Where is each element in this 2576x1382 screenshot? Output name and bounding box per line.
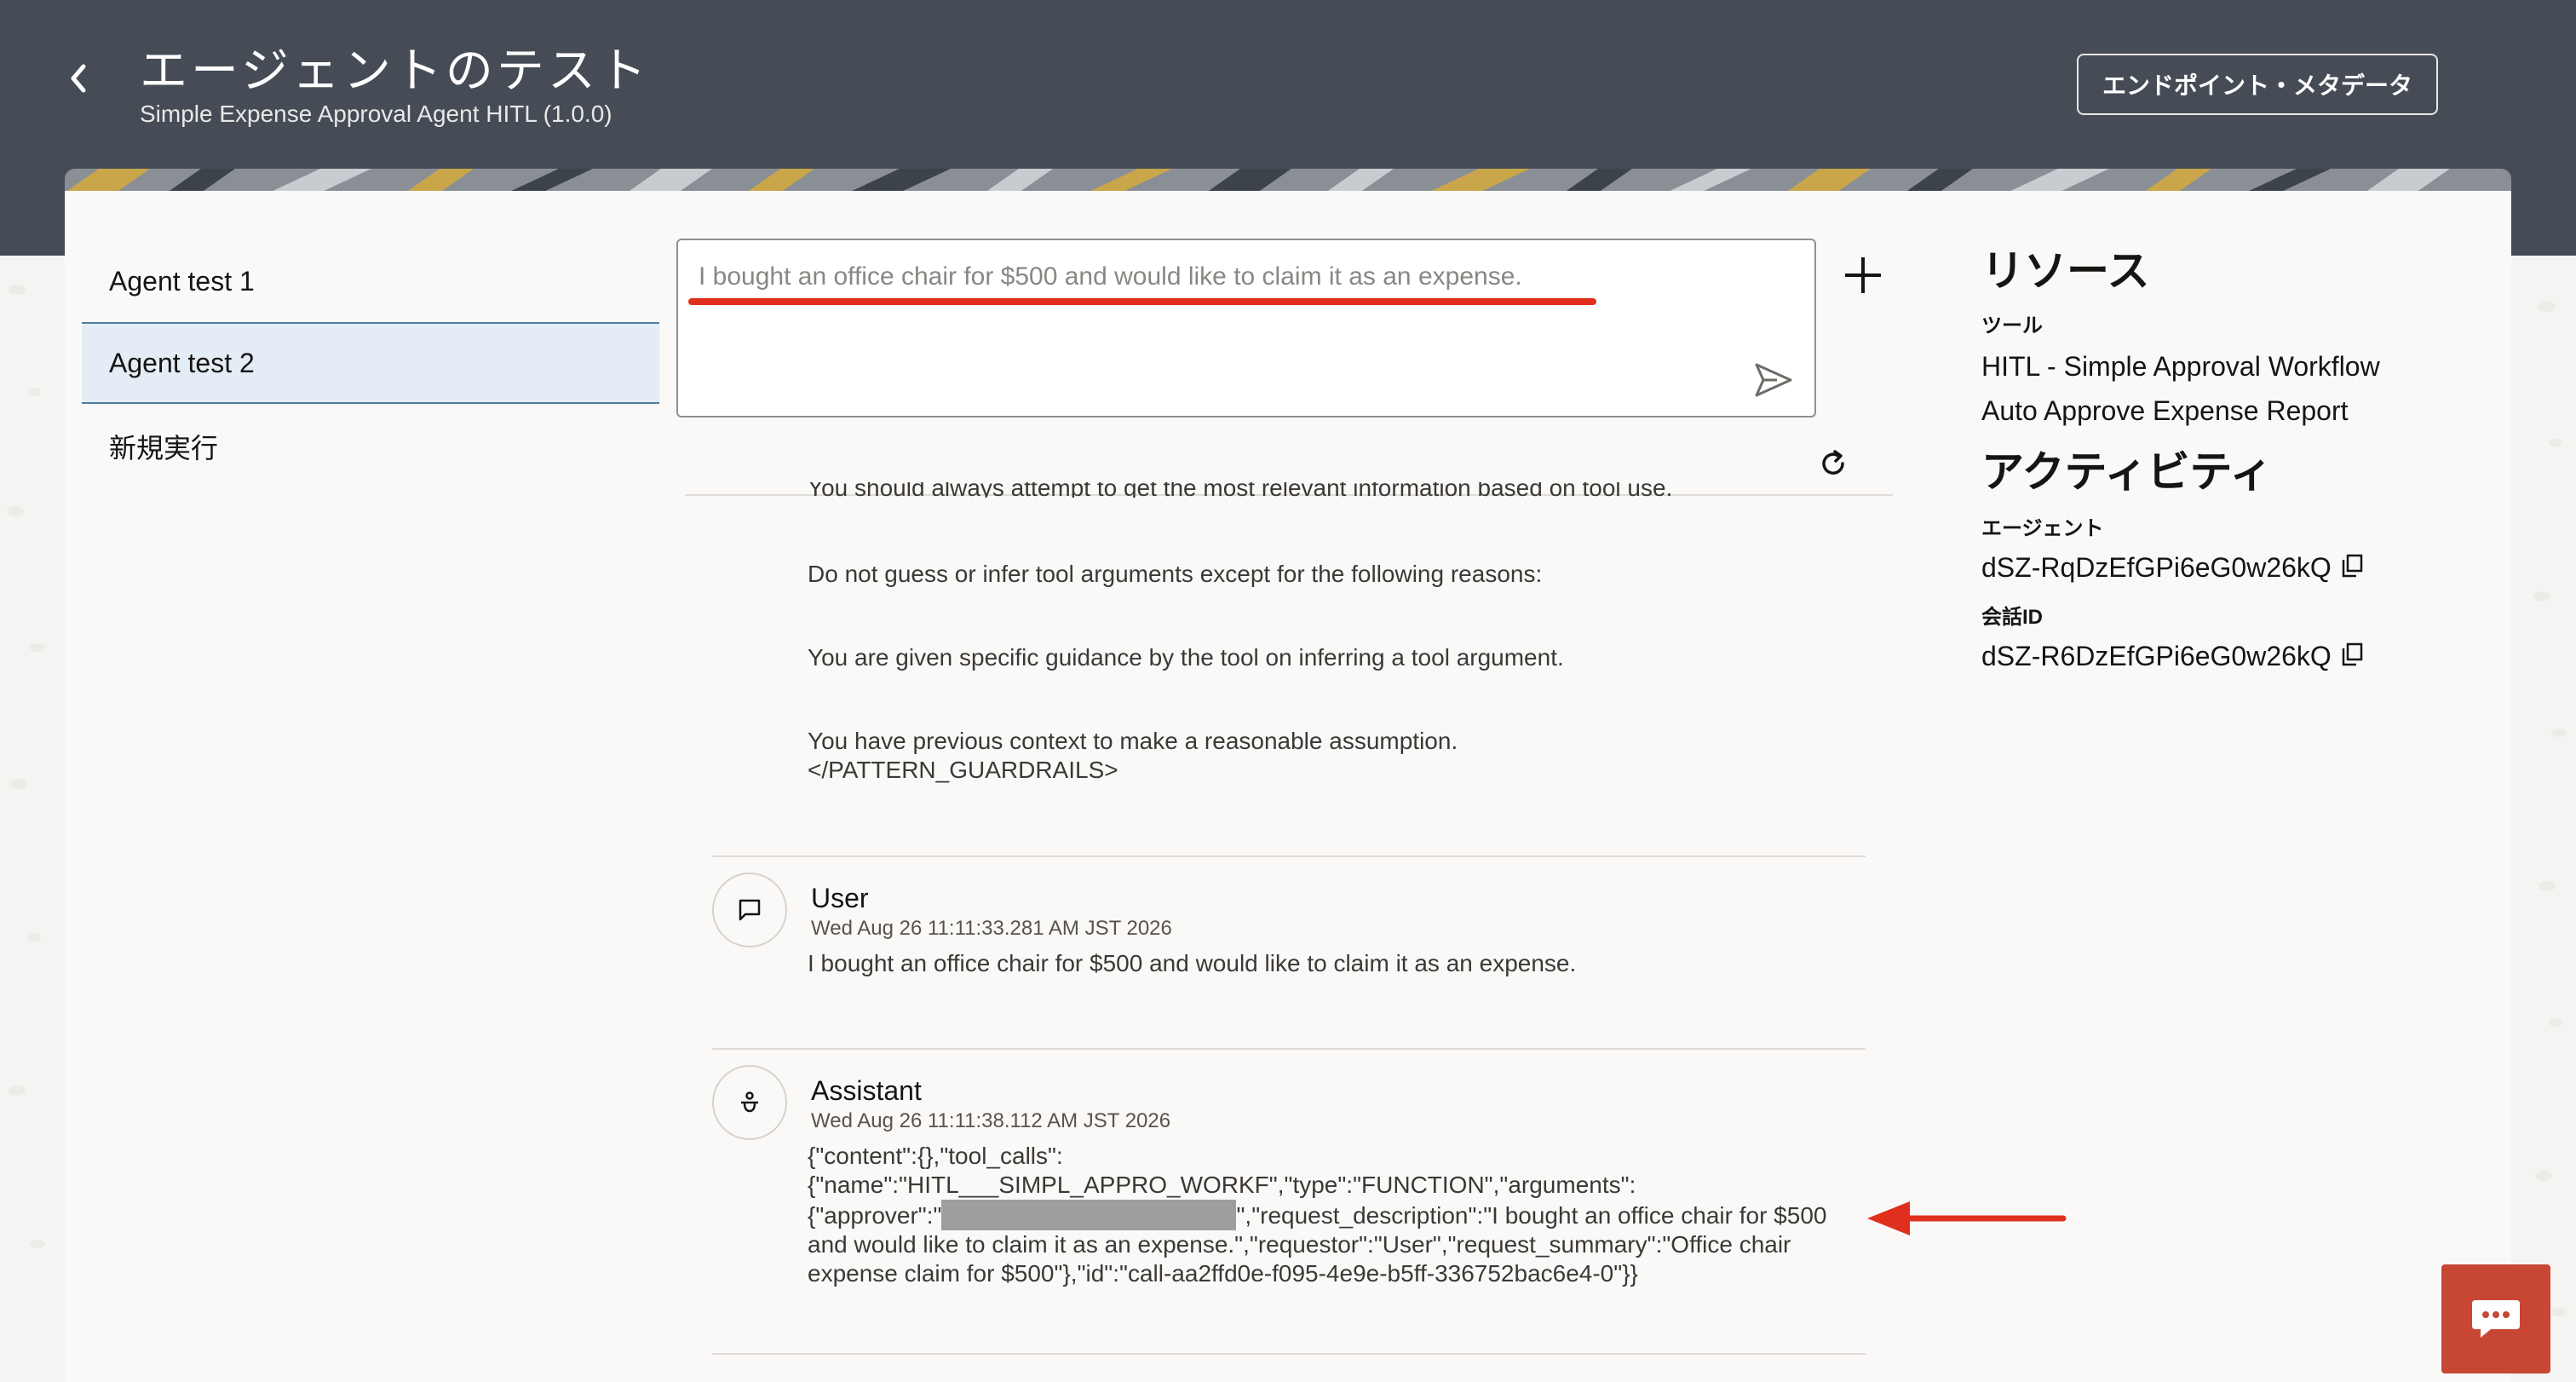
- message-input-text: I bought an office chair for $500 and wo…: [699, 262, 1522, 291]
- page-subtitle: Simple Expense Approval Agent HITL (1.0.…: [140, 101, 612, 127]
- copy-icon[interactable]: [2340, 642, 2364, 667]
- plus-icon[interactable]: [1840, 252, 1886, 298]
- prompt-text-line: You are given specific guidance by the t…: [808, 644, 1564, 671]
- message-body-line: {"content":{},"tool_calls":: [808, 1143, 1063, 1169]
- conversation-label: 会話ID: [1981, 606, 2043, 629]
- chat-widget-button[interactable]: [2441, 1264, 2550, 1373]
- sidebar-item-label: Agent test 2: [109, 347, 255, 378]
- user-avatar: [712, 872, 787, 947]
- message-timestamp: Wed Aug 26 11:11:38.112 AM JST 2026: [811, 1109, 1171, 1132]
- assistant-icon: [741, 1091, 758, 1113]
- endpoint-metadata-button[interactable]: エンドポイント・メタデータ: [2077, 54, 2438, 115]
- message-body: I bought an office chair for $500 and wo…: [808, 950, 1577, 976]
- assistant-avatar: [712, 1065, 787, 1140]
- back-button[interactable]: [55, 55, 102, 102]
- sidebar-item-label: 新規実行: [109, 433, 219, 464]
- message-body-line: {"approver":" ","request_description":"I …: [808, 1200, 1826, 1230]
- prompt-text-line: You have previous context to make a reas…: [808, 728, 1458, 754]
- message-role: User: [811, 883, 869, 913]
- copy-icon[interactable]: [2340, 553, 2364, 579]
- decorative-pattern-strip: [65, 169, 2511, 193]
- redacted-value: [941, 1200, 1237, 1230]
- message-body-fragment: {"approver":": [808, 1202, 942, 1229]
- conversation-id-row: dSZ-R6DzEfGPi6eG0w26kQ: [1981, 641, 2364, 672]
- back-chevron-icon: [71, 64, 86, 93]
- tools-label: ツール: [1981, 314, 2043, 337]
- sidebar-item-label: Agent test 1: [109, 265, 255, 297]
- conversation-id: dSZ-R6DzEfGPi6eG0w26kQ: [1981, 641, 2332, 671]
- message-body-fragment: ","request_description":"I bought an off…: [1236, 1202, 1827, 1229]
- message-body-line: expense claim for $500"},"id":"call-aa2f…: [808, 1260, 1638, 1287]
- message-body: {"content":{},"tool_calls": {"name":"HIT…: [808, 1142, 1826, 1288]
- refresh-icon[interactable]: [1818, 448, 1849, 479]
- message-divider: [712, 1353, 1866, 1355]
- sidebar-item-new-run[interactable]: 新規実行: [82, 406, 659, 487]
- message-divider: [712, 1048, 1866, 1050]
- tool-item[interactable]: HITL - Simple Approval Workflow: [1981, 351, 2380, 383]
- message-input[interactable]: I bought an office chair for $500 and wo…: [676, 239, 1816, 417]
- activity-heading: アクティビティ: [1981, 448, 2273, 496]
- message-divider: [712, 855, 1866, 857]
- message-body-line: and would like to claim it as an expense…: [808, 1231, 1791, 1258]
- prompt-text-line: Do not guess or infer tool arguments exc…: [808, 561, 1543, 587]
- prompt-text-cut: You should always attempt to get the mos…: [808, 482, 1673, 498]
- highlight-underline: [688, 298, 1596, 305]
- sidebar-item-agent-test-1[interactable]: Agent test 1: [82, 240, 659, 322]
- message-body-line: {"name":"HITL___SIMPL_APPRO_WORKF","type…: [808, 1172, 1636, 1198]
- agent-label: エージェント: [1981, 517, 2104, 540]
- message-timestamp: Wed Aug 26 11:11:33.281 AM JST 2026: [811, 917, 1172, 940]
- send-icon[interactable]: [1751, 358, 1796, 402]
- sidebar-item-agent-test-2[interactable]: Agent test 2: [82, 322, 659, 404]
- page-title: エージェントのテスト: [140, 43, 650, 99]
- tool-item[interactable]: Auto Approve Expense Report: [1981, 395, 2349, 427]
- prompt-text-line: </PATTERN_GUARDRAILS>: [808, 757, 1118, 783]
- agent-id-row: dSZ-RqDzEfGPi6eG0w26kQ: [1981, 552, 2364, 584]
- chat-bubble-icon: [739, 899, 761, 921]
- agent-id: dSZ-RqDzEfGPi6eG0w26kQ: [1981, 552, 2332, 583]
- chat-widget-icon: [2472, 1300, 2520, 1338]
- message-role: Assistant: [811, 1075, 922, 1106]
- annotation-arrow: [1867, 1201, 2067, 1235]
- resources-heading: リソース: [1981, 247, 2150, 295]
